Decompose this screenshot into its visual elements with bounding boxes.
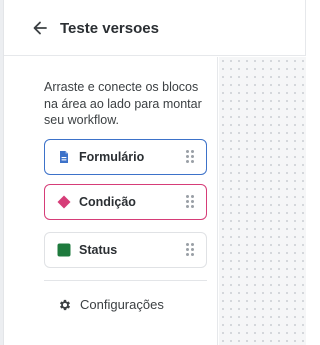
block-condicao[interactable]: Condição	[44, 184, 207, 220]
block-label: Status	[79, 243, 118, 257]
settings-label: Configurações	[80, 297, 164, 312]
drag-handle-icon[interactable]	[186, 195, 194, 208]
blocks-sidebar: Arraste e conecte os blocos na área ao l…	[4, 57, 218, 345]
diamond-icon	[57, 195, 71, 209]
document-icon	[57, 150, 71, 164]
block-formulario[interactable]: Formulário	[44, 139, 207, 175]
header-divider	[305, 0, 306, 56]
block-label: Formulário	[79, 150, 145, 164]
page-header: Teste versoes	[4, 0, 306, 56]
drag-handle-icon[interactable]	[186, 243, 194, 256]
workflow-canvas[interactable]	[219, 57, 306, 345]
sidebar-divider	[44, 280, 207, 281]
drag-handle-icon[interactable]	[186, 150, 194, 163]
sidebar-description: Arraste e conecte os blocos na área ao l…	[44, 80, 202, 127]
block-label: Condição	[79, 195, 136, 209]
block-status[interactable]: Status	[44, 232, 207, 268]
square-icon	[57, 243, 71, 257]
gear-icon	[58, 298, 72, 312]
page-title: Teste versoes	[60, 20, 159, 37]
back-arrow-icon[interactable]	[30, 18, 50, 38]
